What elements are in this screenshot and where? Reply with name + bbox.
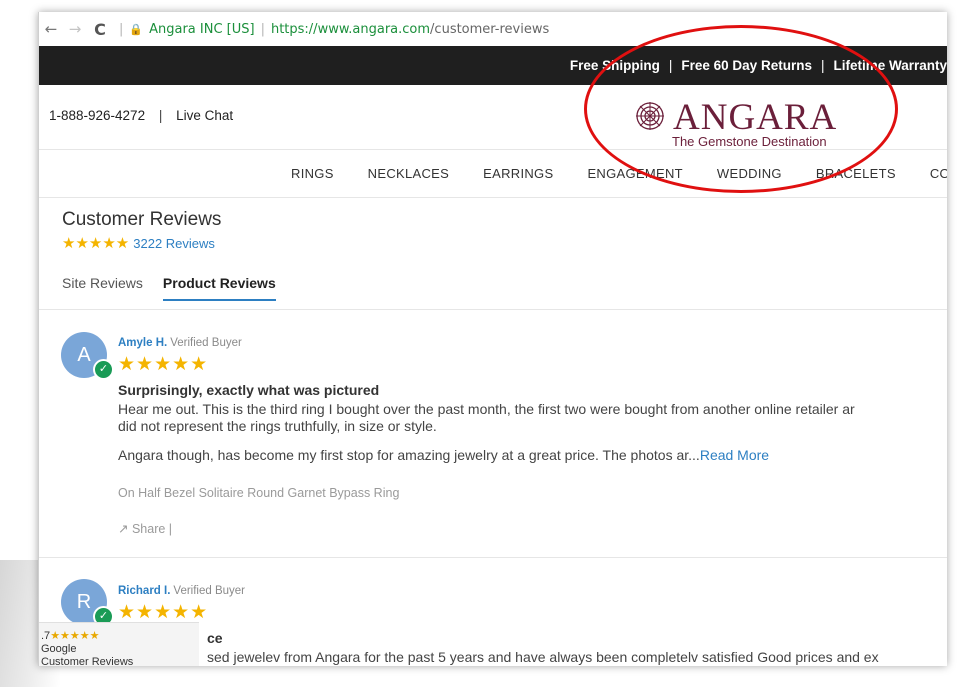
- angara-logo[interactable]: ANGARA The Gemstone Destination: [619, 94, 879, 154]
- promo-lifetime-warranty[interactable]: Lifetime Warranty: [833, 58, 947, 73]
- phone-number[interactable]: 1-888-926-4272: [49, 108, 145, 123]
- verified-buyer-label: Verified Buyer: [173, 585, 246, 597]
- google-label: Google: [41, 643, 77, 655]
- reload-icon[interactable]: C: [87, 20, 113, 39]
- promo-divider: |: [820, 58, 825, 73]
- tabs-divider: [39, 309, 947, 310]
- promo-strip: Free Shipping | Free 60 Day Returns | Li…: [39, 46, 947, 85]
- promo-divider: |: [668, 58, 673, 73]
- lock-icon: 🔒: [129, 22, 144, 36]
- overall-rating: ★★★★★ 3222 Reviews: [62, 234, 215, 252]
- review-body-line: Hear me out. This is the third ring I bo…: [118, 401, 855, 417]
- overall-stars-icon: ★★★★★: [62, 235, 130, 252]
- share-icon: ↗: [118, 522, 129, 536]
- google-customer-reviews-label: Customer Reviews: [41, 656, 134, 666]
- nav-bracelets[interactable]: BRACELETS: [816, 166, 896, 181]
- browser-address-bar: ← → C | 🔒 Angara INC [US] | https://www.…: [39, 12, 947, 46]
- address-divider: |: [260, 21, 265, 37]
- verified-check-icon: ✓: [93, 359, 114, 380]
- url-host: https://www.angara.com: [270, 21, 431, 37]
- logo-wordmark: ANGARA: [673, 97, 838, 138]
- nav-collections[interactable]: COLI: [930, 166, 947, 181]
- reviewer-name[interactable]: Richard I.: [118, 585, 170, 597]
- category-nav: RINGS NECKLACES EARRINGS ENGAGEMENT WEDD…: [291, 166, 947, 181]
- url-field[interactable]: https://www.angara.com/customer-reviews: [271, 22, 549, 37]
- promo-free-returns[interactable]: Free 60 Day Returns: [681, 58, 812, 73]
- browser-screenshot-frame: ← → C | 🔒 Angara INC [US] | https://www.…: [38, 12, 947, 666]
- url-path: /customer-reviews: [430, 21, 550, 37]
- google-reviews-badge[interactable]: .7★★★★★ Google Customer Reviews: [39, 622, 199, 666]
- promo-free-shipping[interactable]: Free Shipping: [570, 58, 660, 73]
- address-divider: |: [119, 21, 124, 37]
- reviewer-info: Richard I. Verified Buyer: [118, 585, 245, 597]
- review-stars-icon: ★★★★★: [118, 602, 209, 623]
- tab-product-reviews[interactable]: Product Reviews: [162, 275, 276, 301]
- review-body-text: Angara though, has become my first stop …: [118, 447, 700, 463]
- verified-buyer-label: Verified Buyer: [170, 337, 242, 349]
- google-rating: .7★★★★★: [41, 630, 199, 643]
- google-rating-value: .7: [41, 630, 51, 642]
- nav-rings[interactable]: RINGS: [291, 166, 334, 181]
- review-title: ce: [207, 630, 223, 646]
- contact-row: 1-888-926-4272 | Live Chat: [49, 108, 233, 123]
- review-title: Surprisingly, exactly what was pictured: [118, 382, 380, 398]
- back-arrow-icon[interactable]: ←: [39, 20, 63, 38]
- review-body: Hear me out. This is the third ring I bo…: [118, 401, 947, 464]
- nav-wedding[interactable]: WEDDING: [717, 166, 782, 181]
- header-divider: [39, 149, 947, 150]
- nav-engagement[interactable]: ENGAGEMENT: [587, 166, 682, 181]
- page-title: Customer Reviews: [62, 209, 222, 230]
- review-body: sed jewelev from Angara for the past 5 y…: [207, 649, 879, 665]
- review-tabs: Site Reviews Product Reviews: [62, 275, 296, 301]
- review-stars-icon: ★★★★★: [118, 354, 209, 375]
- review-body-line: did not represent the rings truthfully, …: [118, 418, 437, 434]
- reviewer-info: Amyle H. Verified Buyer: [118, 337, 242, 349]
- nav-divider: [39, 197, 947, 198]
- google-stars-icon: ★★★★★: [50, 630, 100, 642]
- nav-earrings[interactable]: EARRINGS: [483, 166, 553, 181]
- tab-site-reviews[interactable]: Site Reviews: [62, 275, 143, 301]
- review-count-link[interactable]: 3222 Reviews: [133, 236, 215, 251]
- flower-logo-icon: [636, 102, 664, 130]
- contact-divider: |: [158, 108, 163, 123]
- secure-site-name[interactable]: Angara INC [US]: [149, 22, 254, 37]
- review-divider: [39, 557, 947, 558]
- live-chat-link[interactable]: Live Chat: [176, 108, 233, 123]
- review-product-name[interactable]: On Half Bezel Solitaire Round Garnet Byp…: [118, 486, 399, 500]
- forward-arrow-icon[interactable]: →: [63, 20, 87, 38]
- nav-necklaces[interactable]: NECKLACES: [368, 166, 449, 181]
- review-body-line: Angara though, has become my first stop …: [118, 447, 947, 464]
- logo-tagline: The Gemstone Destination: [672, 134, 827, 149]
- share-label: Share |: [131, 522, 173, 536]
- reviewer-name[interactable]: Amyle H.: [118, 337, 167, 349]
- read-more-link[interactable]: Read More: [700, 447, 769, 463]
- share-button[interactable]: ↗ Share |: [118, 521, 172, 536]
